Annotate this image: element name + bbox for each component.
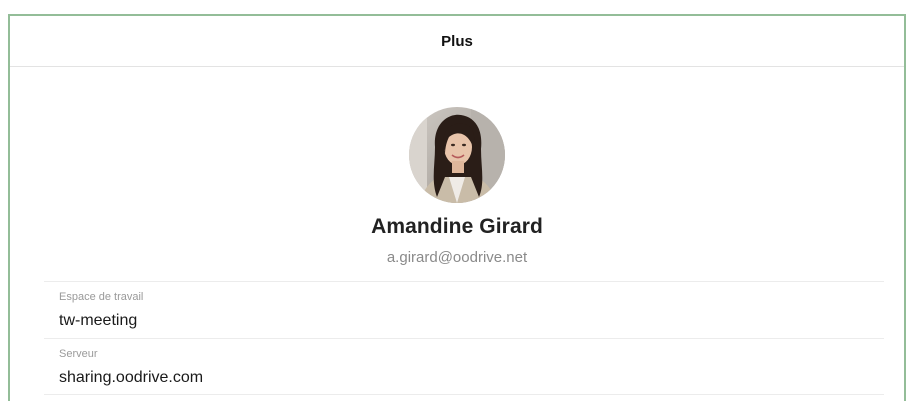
server-value: sharing.oodrive.com [59,369,204,386]
app-window: Plus Amandine Girard a.girard@oodrive.ne… [8,14,906,401]
workspace-label: Espace de travail [59,291,144,303]
user-name: Amandine Girard [371,215,543,238]
server-label: Serveur [59,348,98,360]
user-email: a.girard@oodrive.net [386,249,528,266]
server-row[interactable]: Serveur sharing.oodrive.com [44,338,884,395]
workspace-row[interactable]: Espace de travail tw-meeting [44,281,884,338]
workspace-value: tw-meeting [59,312,138,329]
avatar[interactable] [409,107,505,203]
page-title: Plus [441,32,473,50]
account-info-list: Espace de travail tw-meeting Serveur sha… [44,281,884,395]
profile-section: Amandine Girard a.girard@oodrive.net [10,67,904,266]
avatar-photo-icon [409,107,505,203]
navigation-bar: Plus [10,16,904,67]
